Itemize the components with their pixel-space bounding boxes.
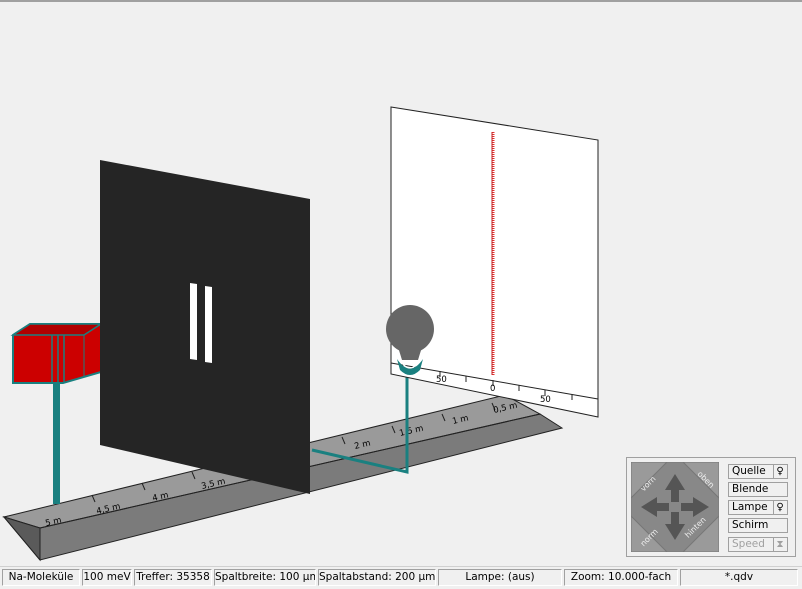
slit-2 (205, 286, 212, 363)
lamp-button[interactable]: Lampe ♀ (728, 500, 788, 515)
status-zoom: Zoom: 10.000-fach (564, 569, 678, 586)
speed-button[interactable]: Speed ⧗ (728, 537, 788, 552)
view-control-panel: vorn oben norm hinten Quelle ♀ Blende La… (626, 457, 796, 557)
speed-button-label: Speed (732, 538, 765, 550)
screen-scale-50-right: 50 (540, 395, 551, 405)
double-slit-plate[interactable] (100, 160, 310, 494)
status-particle: Na-Moleküle (2, 569, 80, 586)
source-button[interactable]: Quelle ♀ (728, 464, 788, 479)
status-hits: Treffer: 35358 (134, 569, 212, 586)
source-button-label: Quelle (732, 465, 766, 477)
status-slit-width: Spaltbreite: 100 µm (214, 569, 316, 586)
status-bar: Na-Moleküle 100 meV Treffer: 35358 Spalt… (0, 566, 802, 589)
screen-scale-50-left: 50 (436, 375, 447, 385)
slit-1 (190, 283, 197, 360)
aperture-button[interactable]: Blende (728, 482, 788, 497)
aperture-button-label: Blende (732, 483, 769, 495)
screen-button[interactable]: Schirm (728, 518, 788, 533)
status-file: *.qdv (680, 569, 798, 586)
hourglass-icon: ⧗ (773, 538, 786, 551)
screen-button-label: Schirm (732, 519, 769, 531)
status-energy: 100 meV (82, 569, 132, 586)
screen-scale-0: 0 (490, 384, 495, 394)
lightbulb-icon: ♀ (773, 501, 786, 514)
lightbulb-icon: ♀ (773, 465, 786, 478)
detection-screen[interactable]: 50 0 50 (390, 106, 599, 418)
particle-source[interactable] (10, 323, 104, 504)
lamp-button-label: Lampe (732, 501, 768, 513)
view-navigation-pad[interactable]: vorn oben norm hinten (631, 462, 719, 552)
status-lamp: Lampe: (aus) (438, 569, 562, 586)
status-slit-distance: Spaltabstand: 200 µm (318, 569, 436, 586)
